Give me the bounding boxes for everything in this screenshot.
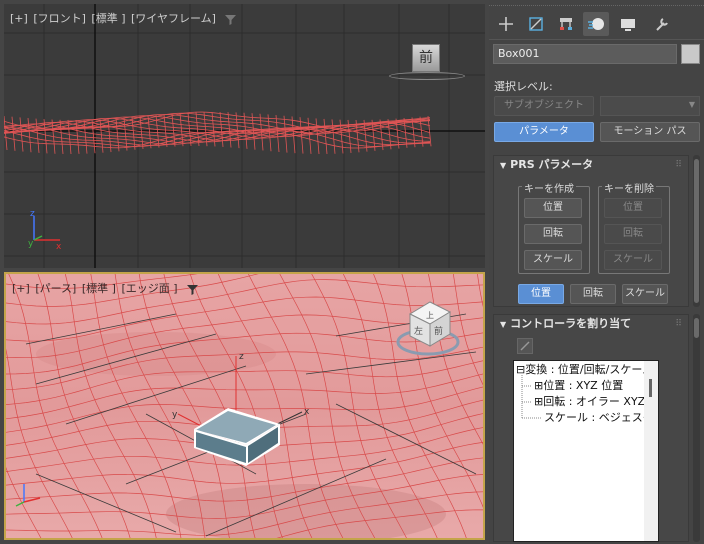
svg-text:左: 左	[414, 325, 423, 337]
axis-y-label: y	[172, 410, 178, 420]
controller-rollout-header[interactable]: ▼ コントローラを割り当て ⠿	[494, 315, 688, 333]
viewport-shading-standard[interactable]: [標準 ]	[91, 12, 125, 25]
viewcube-front-face[interactable]: 前	[412, 44, 440, 72]
assign-controller-icon[interactable]	[517, 338, 533, 354]
wire-strand	[219, 111, 224, 147]
axis-x-label: x	[304, 407, 310, 417]
display-icon	[621, 19, 635, 31]
wire-strand	[331, 119, 336, 154]
app-root: [+] [フロント] [標準 ] [ワイヤフレーム] z y x 前 [+] […	[0, 0, 704, 544]
viewport-front[interactable]: [+] [フロント] [標準 ] [ワイヤフレーム] z y x 前	[4, 4, 485, 268]
wire-strand	[139, 116, 144, 150]
delete-scale-key-button[interactable]: スケール	[604, 250, 662, 270]
delete-rotation-key-button[interactable]: 回転	[604, 224, 662, 244]
prs-rollout-header[interactable]: ▼ PRS パラメータ ⠿	[494, 156, 688, 174]
viewport-view-name[interactable]: [フロント]	[33, 12, 86, 25]
rollout-grip-icon[interactable]: ⠿	[675, 156, 682, 174]
hierarchy-icon	[560, 18, 572, 30]
selection-level-label: 選択レベル:	[494, 80, 553, 93]
command-panel: Box001 選択レベル: サブオブジェクト パラメータ モーション パス ▼P…	[489, 0, 704, 544]
panel-grip[interactable]	[489, 0, 704, 6]
mode-scale-button[interactable]: スケール	[622, 284, 668, 304]
controller-tree[interactable]: ⊟変換 : 位置/回転/スケール ⊞位置 : XYZ 位置 ⊞回転 : オイラー…	[513, 360, 659, 542]
wire-strand	[4, 116, 431, 138]
create-rotation-key-button[interactable]: 回転	[524, 224, 582, 244]
tab-utilities[interactable]	[649, 12, 675, 36]
collapse-triangle-icon: ▼	[500, 320, 507, 329]
viewport-shading-standard[interactable]: [標準 ]	[82, 282, 116, 295]
modify-icon	[529, 17, 543, 31]
mode-position-button[interactable]: 位置	[518, 284, 564, 304]
tree-item-scale[interactable]: スケール : ベジェスケール	[544, 410, 658, 426]
tab-modify[interactable]	[523, 12, 549, 36]
create-key-group-title: キーを作成	[522, 180, 576, 195]
delete-position-key-button[interactable]: 位置	[604, 198, 662, 218]
wire-strand	[27, 117, 32, 153]
viewport-menu-plus[interactable]: [+]	[12, 282, 30, 295]
collapse-triangle-icon: ▼	[500, 161, 507, 170]
wrench-icon	[656, 18, 668, 31]
motion-icon	[588, 18, 604, 30]
svg-text:z: z	[30, 209, 35, 219]
wire-strand	[211, 111, 216, 147]
viewcube-ring[interactable]	[389, 72, 465, 80]
axis-z-label: z	[239, 352, 244, 362]
wire-strand	[59, 119, 64, 154]
viewport-front-label[interactable]: [+] [フロント] [標準 ] [ワイヤフレーム]	[10, 10, 237, 26]
delete-key-group-title: キーを削除	[602, 180, 656, 195]
perspective-scene: z y x 左 前 上	[6, 274, 483, 538]
plus-icon	[499, 17, 513, 31]
rollout-grip-icon[interactable]: ⠿	[675, 315, 682, 333]
svg-text:x: x	[56, 242, 62, 252]
create-scale-key-button[interactable]: スケール	[524, 250, 582, 270]
prs-rollout-title: PRS パラメータ	[510, 158, 594, 171]
sub-object-dropdown[interactable]	[600, 96, 700, 116]
tab-display[interactable]	[615, 12, 641, 36]
parameters-button[interactable]: パラメータ	[494, 122, 594, 142]
filter-icon[interactable]	[225, 14, 237, 25]
viewport-perspective[interactable]: [+] [パース] [標準 ] [エッジ面 ] z y x 左 前 上	[4, 272, 485, 540]
wire-strand	[123, 117, 128, 151]
tab-motion[interactable]	[583, 12, 609, 36]
mode-rotation-button[interactable]: 回転	[570, 284, 616, 304]
axis-tripod-front: z y x	[28, 209, 62, 252]
viewport-perspective-label[interactable]: [+] [パース] [標準 ] [エッジ面 ]	[12, 280, 199, 296]
filter-icon[interactable]	[187, 284, 199, 295]
viewport-menu-plus[interactable]: [+]	[10, 12, 28, 25]
tree-connector-lines	[521, 375, 542, 419]
object-color-swatch[interactable]	[681, 44, 700, 64]
wire-strand	[315, 118, 320, 155]
controller-scrollbar[interactable]	[693, 314, 700, 542]
prs-scrollbar[interactable]	[693, 155, 700, 307]
wire-strand	[227, 112, 232, 148]
prs-parameters-rollout: ▼ PRS パラメータ ⠿ キーを作成 キーを削除 位置 回転 スケール 位置 回…	[493, 155, 689, 307]
tree-scrollbar-thumb[interactable]	[649, 379, 652, 397]
prs-scrollbar-thumb[interactable]	[694, 159, 699, 303]
sub-object-button[interactable]: サブオブジェクト	[494, 96, 594, 116]
tree-scrollbar[interactable]	[644, 361, 658, 541]
controller-rollout-title: コントローラを割り当て	[510, 317, 632, 330]
controller-scrollbar-thumb[interactable]	[694, 318, 699, 338]
object-name-input[interactable]: Box001	[493, 44, 677, 64]
viewport-view-name[interactable]: [パース]	[35, 282, 76, 295]
svg-text:上: 上	[426, 311, 434, 320]
svg-text:前: 前	[434, 325, 443, 337]
viewport-shading-mode[interactable]: [エッジ面 ]	[121, 282, 177, 295]
wire-strand	[203, 112, 208, 147]
tab-create[interactable]	[493, 12, 519, 36]
viewport-shading-mode[interactable]: [ワイヤフレーム]	[131, 12, 216, 25]
wire-strand	[11, 116, 16, 151]
command-panel-tabs	[489, 8, 704, 40]
wire-strand	[379, 119, 384, 151]
create-position-key-button[interactable]: 位置	[524, 198, 582, 218]
motion-path-button[interactable]: モーション パス	[600, 122, 700, 142]
svg-text:y: y	[28, 239, 34, 249]
tab-hierarchy[interactable]	[553, 12, 579, 36]
